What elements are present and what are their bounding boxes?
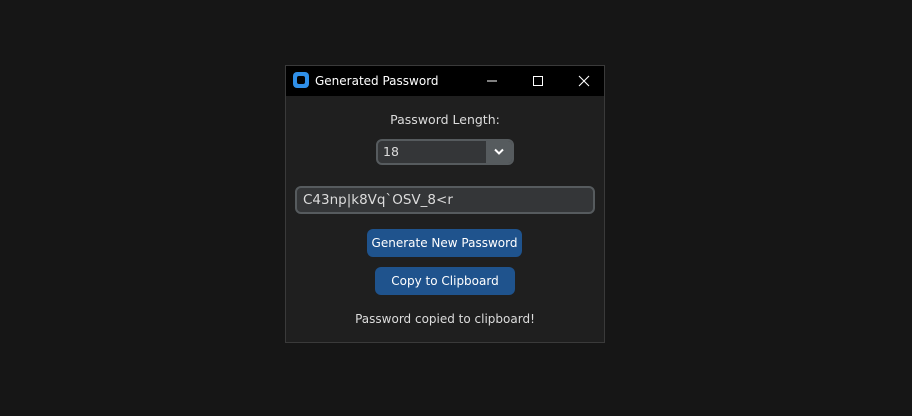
close-icon (578, 75, 590, 87)
password-output-field[interactable] (295, 186, 595, 214)
maximize-button[interactable] (515, 66, 561, 96)
maximize-icon (533, 76, 543, 86)
app-icon (293, 72, 309, 88)
chevron-down-icon (494, 148, 504, 155)
password-length-label: Password Length: (390, 112, 500, 127)
status-message: Password copied to clipboard! (355, 312, 535, 326)
copy-to-clipboard-button[interactable]: Copy to Clipboard (375, 267, 515, 295)
password-window: Generated Password Password Length: 18 C… (285, 65, 605, 343)
password-length-value: 18 (383, 144, 399, 159)
password-length-select[interactable]: 18 (376, 139, 514, 165)
dropdown-button[interactable] (486, 141, 512, 163)
title-bar[interactable]: Generated Password (286, 66, 604, 96)
close-button[interactable] (561, 66, 607, 96)
minimize-icon (487, 80, 497, 82)
generate-password-button[interactable]: Generate New Password (367, 229, 522, 257)
minimize-button[interactable] (469, 66, 515, 96)
window-title: Generated Password (315, 74, 439, 88)
